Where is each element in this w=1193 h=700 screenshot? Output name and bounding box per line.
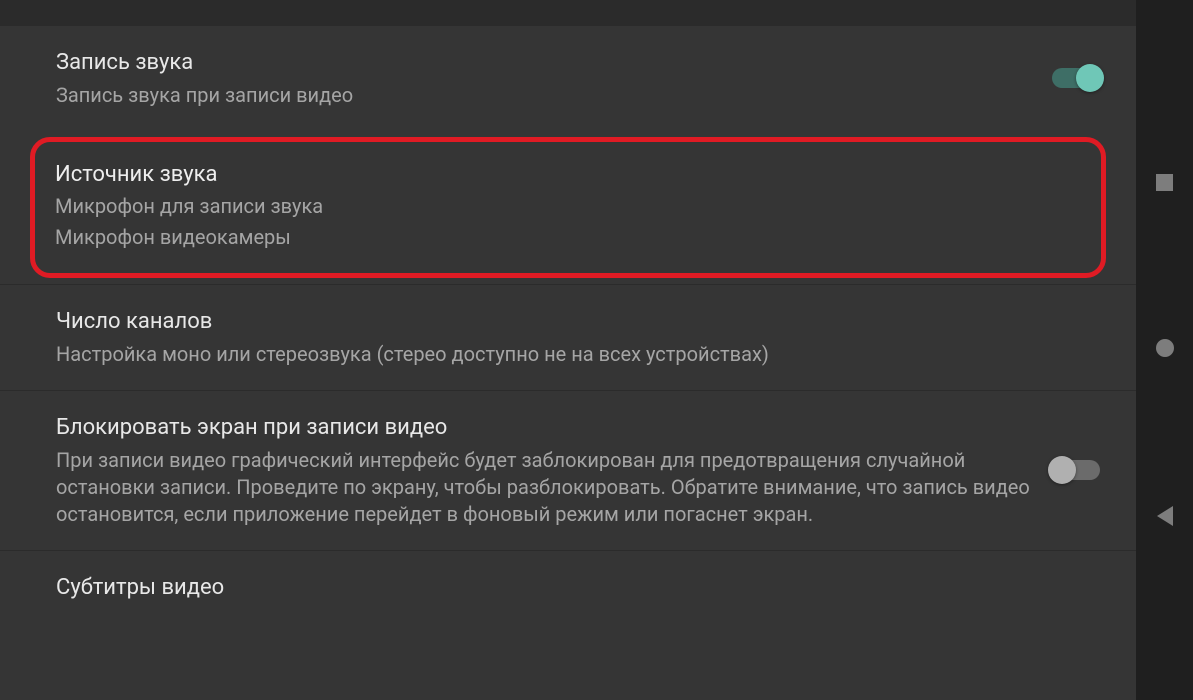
top-separator	[0, 0, 1136, 26]
setting-title: Число каналов	[56, 307, 1100, 337]
setting-subtitle: Запись звука при записи видео	[56, 82, 1052, 109]
settings-screen: Запись звука Запись звука при записи вид…	[0, 0, 1136, 700]
setting-audio-source-wrap: Источник звука Микрофон для записи звука…	[0, 131, 1136, 285]
setting-title: Запись звука	[56, 48, 1052, 78]
recent-apps-icon[interactable]	[1156, 174, 1173, 191]
android-nav-bar	[1136, 0, 1193, 700]
setting-audio-record[interactable]: Запись звука Запись звука при записи вид…	[0, 26, 1136, 131]
setting-subtitles[interactable]: Субтитры видео	[0, 551, 1136, 611]
home-icon[interactable]	[1156, 339, 1174, 357]
settings-list: Запись звука Запись звука при записи вид…	[0, 0, 1136, 610]
setting-audio-source[interactable]: Источник звука Микрофон для записи звука…	[30, 137, 1106, 279]
back-icon[interactable]	[1157, 506, 1173, 526]
lock-screen-toggle[interactable]	[1052, 460, 1100, 480]
setting-subtitle: При записи видео графический интерфейс б…	[56, 447, 1052, 528]
setting-subtitle-2: Микрофон видеокамеры	[55, 224, 1081, 251]
setting-lock-screen[interactable]: Блокировать экран при записи видео При з…	[0, 391, 1136, 550]
setting-subtitle: Настройка моно или стереозвука (стерео д…	[56, 341, 1100, 368]
setting-title: Субтитры видео	[56, 573, 1100, 603]
setting-title: Источник звука	[55, 160, 1081, 190]
toggle-knob	[1076, 64, 1104, 92]
toggle-knob	[1048, 456, 1076, 484]
setting-channels[interactable]: Число каналов Настройка моно или стереоз…	[0, 285, 1136, 390]
setting-subtitle-1: Микрофон для записи звука	[55, 193, 1081, 220]
audio-record-toggle[interactable]	[1052, 68, 1100, 88]
setting-title: Блокировать экран при записи видео	[56, 413, 1052, 443]
